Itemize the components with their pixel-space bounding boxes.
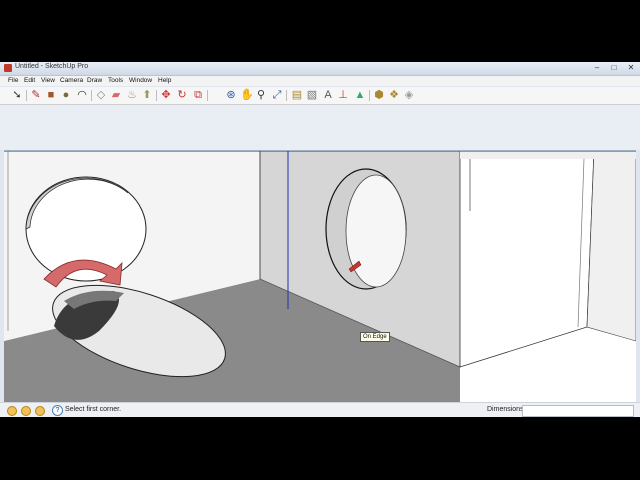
- push-pull-tool-icon[interactable]: ⬆: [141, 89, 153, 101]
- toolbar-separator: [26, 90, 27, 101]
- hole-inner-face: [345, 174, 407, 288]
- make-component-icon[interactable]: ◇: [95, 89, 107, 101]
- component-library-icon[interactable]: ❖: [388, 89, 400, 101]
- measurements-box[interactable]: [522, 405, 634, 417]
- zoom-extents-icon[interactable]: ⤢: [271, 89, 283, 101]
- circle-tool-icon[interactable]: ●: [60, 89, 72, 101]
- arc-tool-icon[interactable]: ◠: [76, 89, 88, 101]
- tape-measure-icon[interactable]: ▤: [291, 89, 303, 101]
- window-controls: – □ ✕: [592, 63, 636, 73]
- 3d-warehouse-icon[interactable]: ▲: [354, 89, 366, 101]
- user-icon[interactable]: [35, 406, 45, 416]
- zoom-tool-icon[interactable]: ⚲: [255, 89, 267, 101]
- window-title: Untitled - SketchUp Pro: [15, 63, 89, 70]
- right-box-front: [459, 151, 595, 368]
- title-bar: Untitled - SketchUp Pro – □ ✕: [0, 62, 640, 76]
- text-tool-icon[interactable]: A: [322, 89, 334, 101]
- move-tool-icon[interactable]: ✥: [160, 89, 172, 101]
- geo-location-icon[interactable]: [7, 406, 17, 416]
- help-question-icon[interactable]: ?: [52, 405, 63, 416]
- credits-icon[interactable]: [21, 406, 31, 416]
- rectangle-tool-icon[interactable]: ■: [45, 89, 57, 101]
- menu-file[interactable]: File: [8, 77, 18, 84]
- line-tool-icon[interactable]: ✎: [30, 89, 42, 101]
- menu-window[interactable]: Window: [129, 77, 152, 84]
- menu-view[interactable]: View: [41, 77, 55, 84]
- rotate-tool-icon[interactable]: ↻: [176, 89, 188, 101]
- close-button[interactable]: ✕: [626, 63, 636, 73]
- menu-bar: File Edit View Camera Draw Tools Window …: [0, 76, 640, 86]
- select-tool-icon[interactable]: ➘: [11, 89, 23, 101]
- status-bar: ? Select first corner. Dimensions: [0, 402, 640, 417]
- offset-tool-icon[interactable]: ⧉: [192, 89, 204, 101]
- share-model-icon[interactable]: ⬢: [373, 89, 385, 101]
- paint-bucket-icon[interactable]: ♨: [126, 89, 138, 101]
- right-box-side: [586, 151, 636, 342]
- axes-tool-icon[interactable]: ⊥: [337, 89, 349, 101]
- sketchup-app-icon: [4, 64, 12, 72]
- toolbar-separator: [286, 90, 287, 101]
- section-plane-icon[interactable]: ▧: [306, 89, 318, 101]
- status-prompt: Select first corner.: [65, 406, 122, 413]
- menu-tools[interactable]: Tools: [108, 77, 123, 84]
- inference-tooltip: On Edge: [360, 332, 390, 342]
- pan-tool-icon[interactable]: ✋: [240, 89, 254, 101]
- toolbar-separator: [207, 90, 208, 101]
- drawing-viewport[interactable]: On Edge: [4, 150, 636, 403]
- sketchup-window: Untitled - SketchUp Pro – □ ✕ File Edit …: [0, 62, 640, 417]
- maximize-button[interactable]: □: [609, 63, 619, 73]
- menu-help[interactable]: Help: [158, 77, 171, 84]
- main-toolbar: ➘ ✎ ■ ● ◠ ◇ ▰ ♨ ⬆ ✥ ↻ ⧉ ⊛ ✋ ⚲ ⤢ ▤ ▧ A ⊥ …: [0, 87, 640, 105]
- extension-icon[interactable]: ◈: [403, 89, 415, 101]
- menu-draw[interactable]: Draw: [87, 77, 102, 84]
- box-top-edge: [460, 151, 636, 159]
- menu-edit[interactable]: Edit: [24, 77, 35, 84]
- menu-camera[interactable]: Camera: [60, 77, 83, 84]
- eraser-tool-icon[interactable]: ▰: [110, 89, 122, 101]
- minimize-button[interactable]: –: [592, 63, 602, 73]
- toolbar-separator: [156, 90, 157, 101]
- toolbar-dock-area: [0, 105, 640, 150]
- toolbar-separator: [91, 90, 92, 101]
- measurements-label: Dimensions: [487, 406, 524, 413]
- toolbar-separator: [369, 90, 370, 101]
- scene-drawing: [4, 151, 636, 403]
- orbit-tool-icon[interactable]: ⊛: [225, 89, 237, 101]
